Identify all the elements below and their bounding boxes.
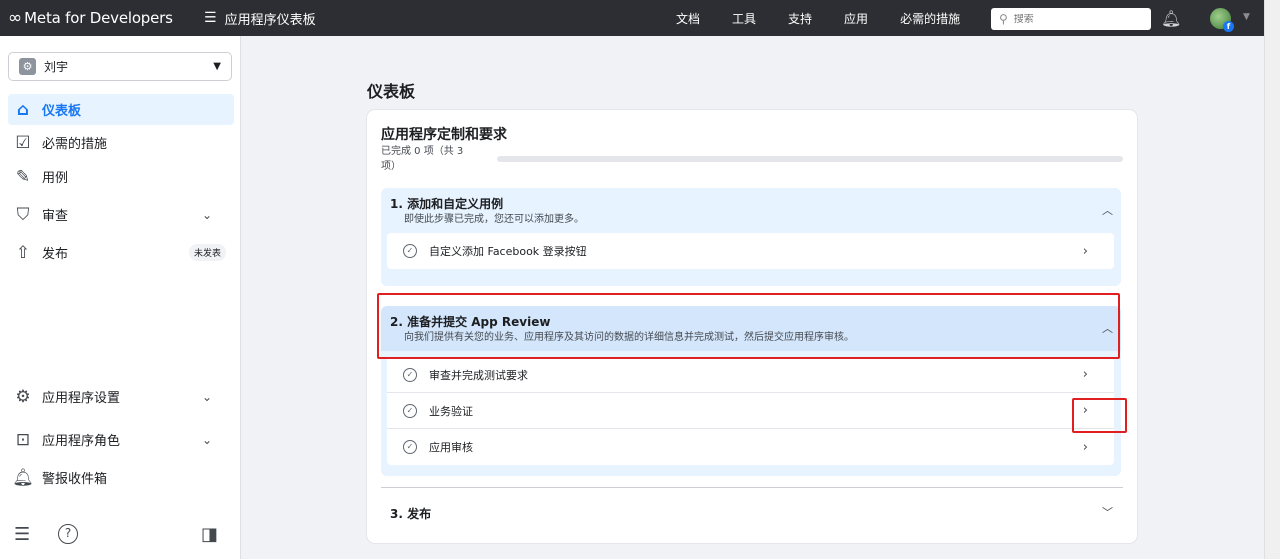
check-circle-icon: ✓ xyxy=(403,367,417,382)
section-header[interactable]: 1. 添加和自定义用例 即使此步骤已完成，您还可以添加更多。 ︿ xyxy=(381,188,1121,233)
meta-infinity-icon: ∞ xyxy=(8,8,23,28)
progress-bar xyxy=(497,156,1123,162)
sidebar-item-app-settings[interactable]: ⚙ 应用程序设置 ⌄ xyxy=(8,381,234,412)
home-icon: ⌂ xyxy=(16,99,30,120)
nav-link-docs[interactable]: 文档 xyxy=(676,10,700,27)
help-icon[interactable]: ? xyxy=(58,524,78,544)
sidebar-item-label: 必需的措施 xyxy=(42,137,108,152)
section-task-list: ✓ 自定义添加 Facebook 登录按钮 › xyxy=(387,233,1114,269)
chevron-right-icon[interactable]: › xyxy=(1083,440,1088,455)
task-label: 业务验证 xyxy=(429,404,473,418)
chevron-right-icon[interactable]: › xyxy=(1083,244,1088,259)
chevron-down-icon[interactable]: ﹀ xyxy=(1102,504,1113,520)
app-icon: ⚙ xyxy=(19,58,36,75)
user-avatar[interactable]: f xyxy=(1210,8,1234,32)
section-publish[interactable]: 3. 发布 ﹀ xyxy=(381,487,1123,533)
gear-icon: ⚙ xyxy=(15,386,31,407)
sidebar-item-label: 审查 xyxy=(42,209,69,224)
task-item[interactable]: ✓ 业务验证 › xyxy=(387,393,1114,429)
nav-link-support[interactable]: 支持 xyxy=(788,10,812,27)
nav-link-required-actions[interactable]: 必需的措施 xyxy=(900,10,960,27)
bell-icon: 🔔︎ xyxy=(12,467,34,488)
chevron-up-icon[interactable]: ︿ xyxy=(1102,202,1113,218)
top-nav: 文档 工具 支持 应用 必需的措施 xyxy=(676,0,992,36)
person-card-icon: ⊡ xyxy=(15,429,31,450)
caret-down-icon: ▼ xyxy=(213,61,221,72)
sidebar-item-label: 警报收件箱 xyxy=(42,472,108,487)
upload-icon: ⇧ xyxy=(15,242,31,263)
sidebar-item-app-roles[interactable]: ⊡ 应用程序角色 ⌄ xyxy=(8,424,234,455)
page-scrollbar[interactable] xyxy=(1264,0,1280,559)
section-description: 即使此步骤已完成，您还可以添加更多。 xyxy=(404,214,584,225)
notifications-bell-icon[interactable]: 🔔︎ xyxy=(1161,9,1181,28)
sidebar-item-alert-inbox[interactable]: 🔔︎ 警报收件箱 xyxy=(8,462,234,493)
task-item[interactable]: ✓ 审查并完成测试要求 › xyxy=(387,357,1114,393)
app-dashboard-menu[interactable]: ☰ 应用程序仪表板 xyxy=(204,9,316,28)
card-title: 应用程序定制和要求 xyxy=(381,127,507,143)
progress-text: 已完成 0 项（共 3 项） xyxy=(381,146,464,172)
sidebar-item-required-actions[interactable]: ☑ 必需的措施 xyxy=(8,127,234,158)
facebook-badge-icon: f xyxy=(1223,21,1234,32)
section-task-list: ✓ 审查并完成测试要求 › ✓ 业务验证 › ✓ 应用审核 › xyxy=(387,357,1114,465)
pencil-icon: ✎ xyxy=(15,166,31,187)
check-circle-icon: ✓ xyxy=(403,403,417,418)
search-icon: ⚲ xyxy=(999,12,1008,26)
sidebar-item-review[interactable]: ⛉ 审查 ⌄ xyxy=(8,199,234,230)
task-item[interactable]: ✓ 自定义添加 Facebook 登录按钮 › xyxy=(387,233,1114,269)
sidebar-item-label: 发布 xyxy=(42,247,69,262)
check-circle-icon: ✓ xyxy=(403,440,417,454)
list-view-icon[interactable]: ☰ xyxy=(14,524,30,545)
sidebar-item-label: 仪表板 xyxy=(42,104,82,119)
chevron-down-icon: ⌄ xyxy=(201,389,212,404)
sidebar-item-use-cases[interactable]: ✎ 用例 xyxy=(8,161,234,192)
collapse-sidebar-icon[interactable]: ◨ xyxy=(201,524,218,545)
checklist-icon: ☑ xyxy=(15,132,31,153)
sidebar-footer: ☰ ? ◨ xyxy=(0,524,240,552)
chevron-right-icon[interactable]: › xyxy=(1083,367,1088,382)
section-title: 3. 发布 xyxy=(390,507,432,521)
section-add-use-cases: 1. 添加和自定义用例 即使此步骤已完成，您还可以添加更多。 ︿ ✓ 自定义添加… xyxy=(381,188,1121,286)
task-label: 审查并完成测试要求 xyxy=(429,368,528,382)
chevron-down-icon: ⌄ xyxy=(201,207,212,222)
sidebar-item-dashboard[interactable]: ⌂ 仪表板 xyxy=(8,94,234,125)
meta-brand-logo[interactable]: ∞ Meta for Developers xyxy=(0,8,200,28)
app-selector[interactable]: ⚙ 刘宇 ▼ xyxy=(8,52,232,81)
sidebar-item-label: 应用程序设置 xyxy=(42,391,121,406)
check-circle-icon: ✓ xyxy=(403,244,417,258)
top-bar: ∞ Meta for Developers ☰ 应用程序仪表板 文档 工具 支持… xyxy=(0,0,1264,36)
status-badge: 未发表 xyxy=(188,244,226,261)
sidebar: ⚙ 刘宇 ▼ ⌂ 仪表板 ☑ 必需的措施 ✎ 用例 ⛉ 审查 ⌄ ⇧ 发布 未发… xyxy=(0,36,241,559)
search-box[interactable]: ⚲ xyxy=(991,8,1151,30)
app-name: 刘宇 xyxy=(44,60,69,74)
nav-link-tools[interactable]: 工具 xyxy=(732,10,756,27)
sidebar-item-label: 应用程序角色 xyxy=(42,434,121,449)
app-dashboard-label: 应用程序仪表板 xyxy=(224,12,316,28)
sidebar-item-publish[interactable]: ⇧ 发布 未发表 xyxy=(8,237,234,268)
annotation-box-business-verification-arrow xyxy=(1072,398,1127,433)
page-title: 仪表板 xyxy=(367,82,416,101)
nav-link-apps[interactable]: 应用 xyxy=(844,10,868,27)
shield-icon: ⛉ xyxy=(16,204,30,225)
hamburger-menu-icon[interactable]: ☰ xyxy=(204,10,217,26)
chevron-down-icon: ⌄ xyxy=(201,432,212,447)
task-label: 应用审核 xyxy=(429,441,473,454)
task-label: 自定义添加 Facebook 登录按钮 xyxy=(429,245,587,258)
sidebar-item-label: 用例 xyxy=(42,171,69,186)
search-input[interactable] xyxy=(1013,13,1134,25)
brand-text: Meta for Developers xyxy=(24,9,173,27)
task-item[interactable]: ✓ 应用审核 › xyxy=(387,429,1114,465)
annotation-box-app-review xyxy=(377,293,1120,359)
account-caret-icon[interactable]: ▼ xyxy=(1243,12,1250,22)
